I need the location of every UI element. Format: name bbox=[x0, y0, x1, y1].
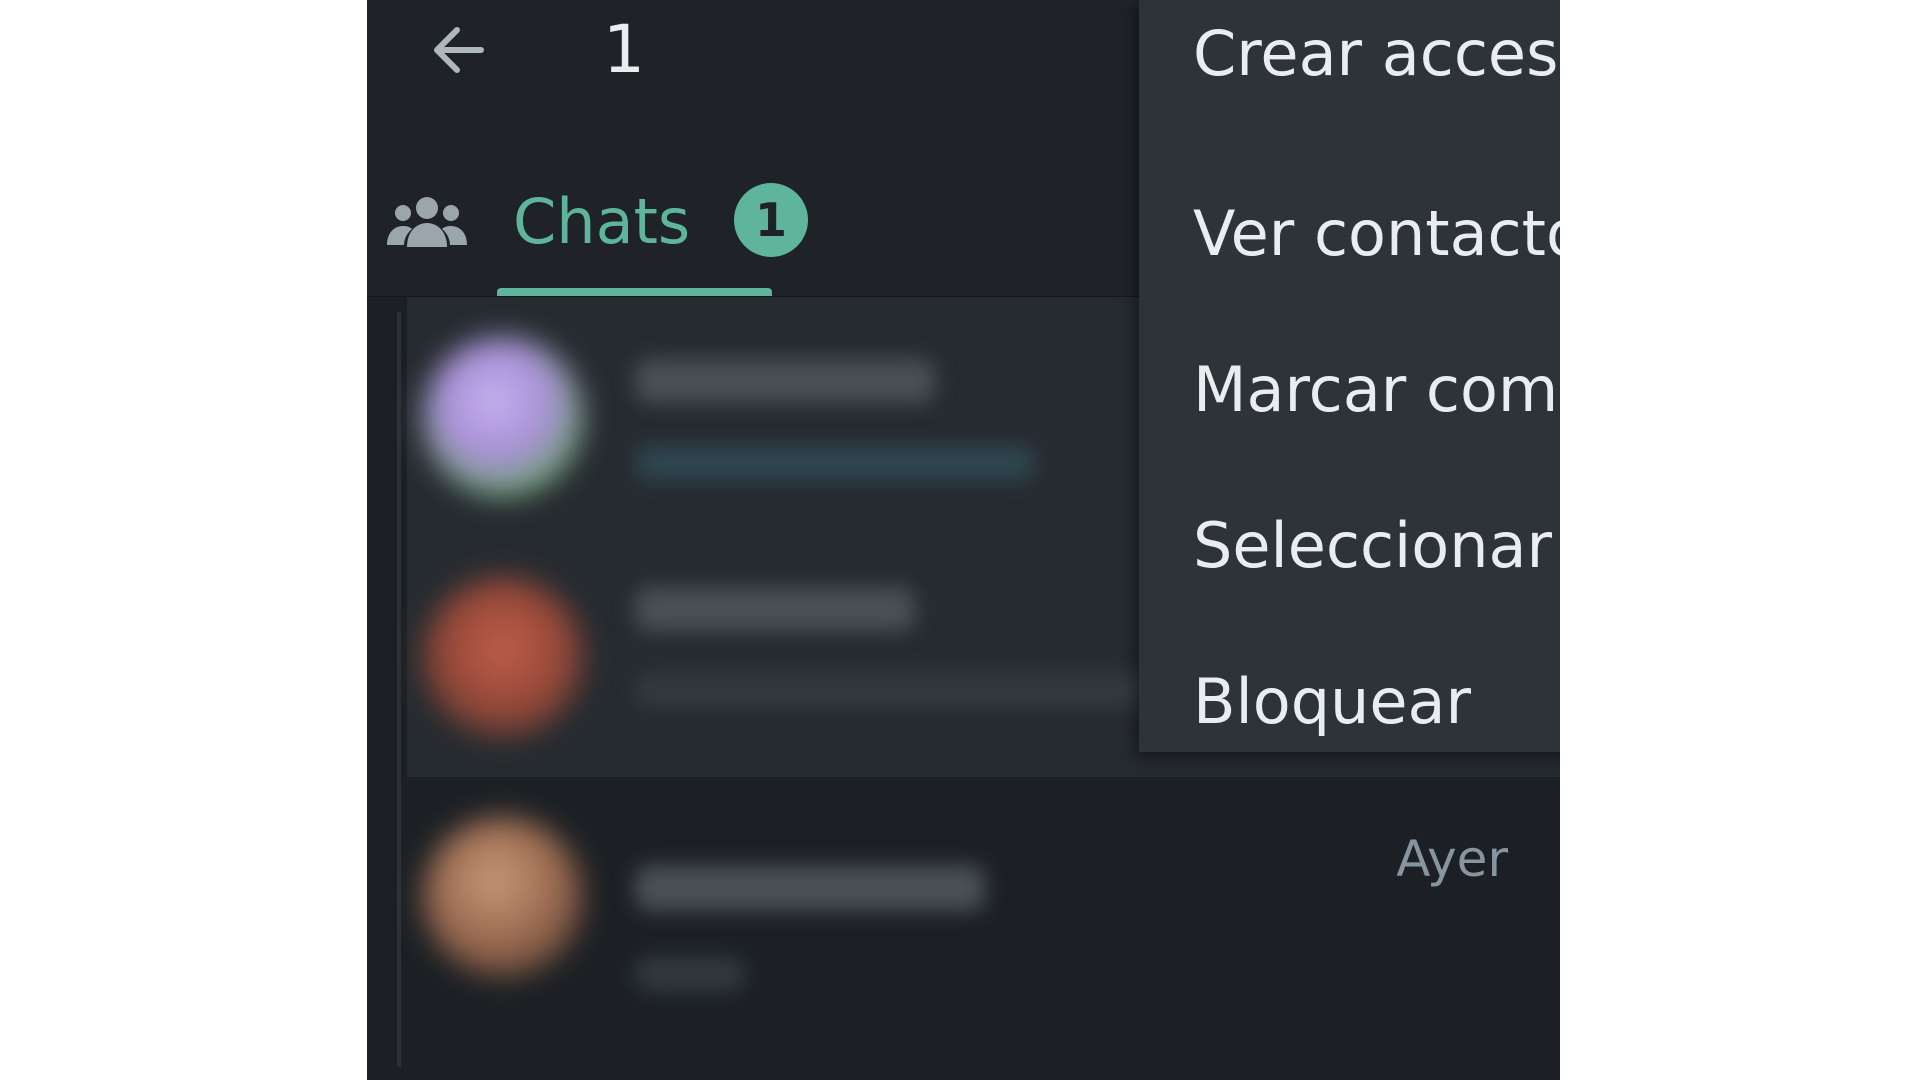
people-group-icon bbox=[387, 197, 467, 247]
chat-name-placeholder bbox=[635, 359, 935, 403]
menu-item-label: Seleccionar todos bbox=[1193, 509, 1560, 582]
tab-chats-label: Chats bbox=[513, 185, 691, 258]
chat-preview-placeholder bbox=[635, 445, 1035, 481]
menu-item-create-shortcut[interactable]: Crear acceso directo bbox=[1139, 0, 1560, 156]
phone-screen: 1 Chats 1 Ayer Crear acces Ver contacto … bbox=[367, 0, 1560, 1080]
avatar bbox=[423, 817, 583, 977]
chat-name-placeholder bbox=[635, 865, 985, 911]
tab-chats[interactable]: Chats bbox=[497, 140, 772, 296]
menu-item-select-all[interactable]: Seleccionar todos bbox=[1139, 468, 1560, 624]
arrow-left-icon bbox=[434, 27, 484, 73]
menu-item-label: Crear acceso directo bbox=[1193, 17, 1560, 90]
back-button[interactable] bbox=[429, 20, 489, 80]
list-divider bbox=[397, 312, 401, 1067]
avatar bbox=[423, 337, 583, 497]
chat-preview-placeholder bbox=[635, 957, 745, 991]
menu-item-label: Ver contacto bbox=[1193, 197, 1560, 270]
chat-row[interactable]: Ayer bbox=[407, 777, 1560, 1017]
menu-item-mark-unread[interactable]: Marcar como no leído bbox=[1139, 312, 1560, 468]
selected-count: 1 bbox=[603, 11, 645, 88]
avatar bbox=[423, 577, 583, 737]
chats-unread-badge: 1 bbox=[734, 183, 808, 257]
menu-item-view-contact[interactable]: Ver contacto bbox=[1139, 156, 1560, 312]
tab-active-indicator bbox=[497, 288, 772, 296]
menu-item-block[interactable]: Bloquear bbox=[1139, 624, 1560, 780]
tab-communities[interactable] bbox=[387, 195, 467, 247]
menu-item-label: Bloquear bbox=[1193, 665, 1471, 738]
chat-time: Ayer bbox=[1396, 830, 1508, 888]
menu-item-label: Marcar como no leído bbox=[1193, 353, 1560, 426]
chat-name-placeholder bbox=[635, 587, 915, 631]
overflow-menu: Crear acceso directo Ver contacto Marcar… bbox=[1139, 0, 1560, 752]
